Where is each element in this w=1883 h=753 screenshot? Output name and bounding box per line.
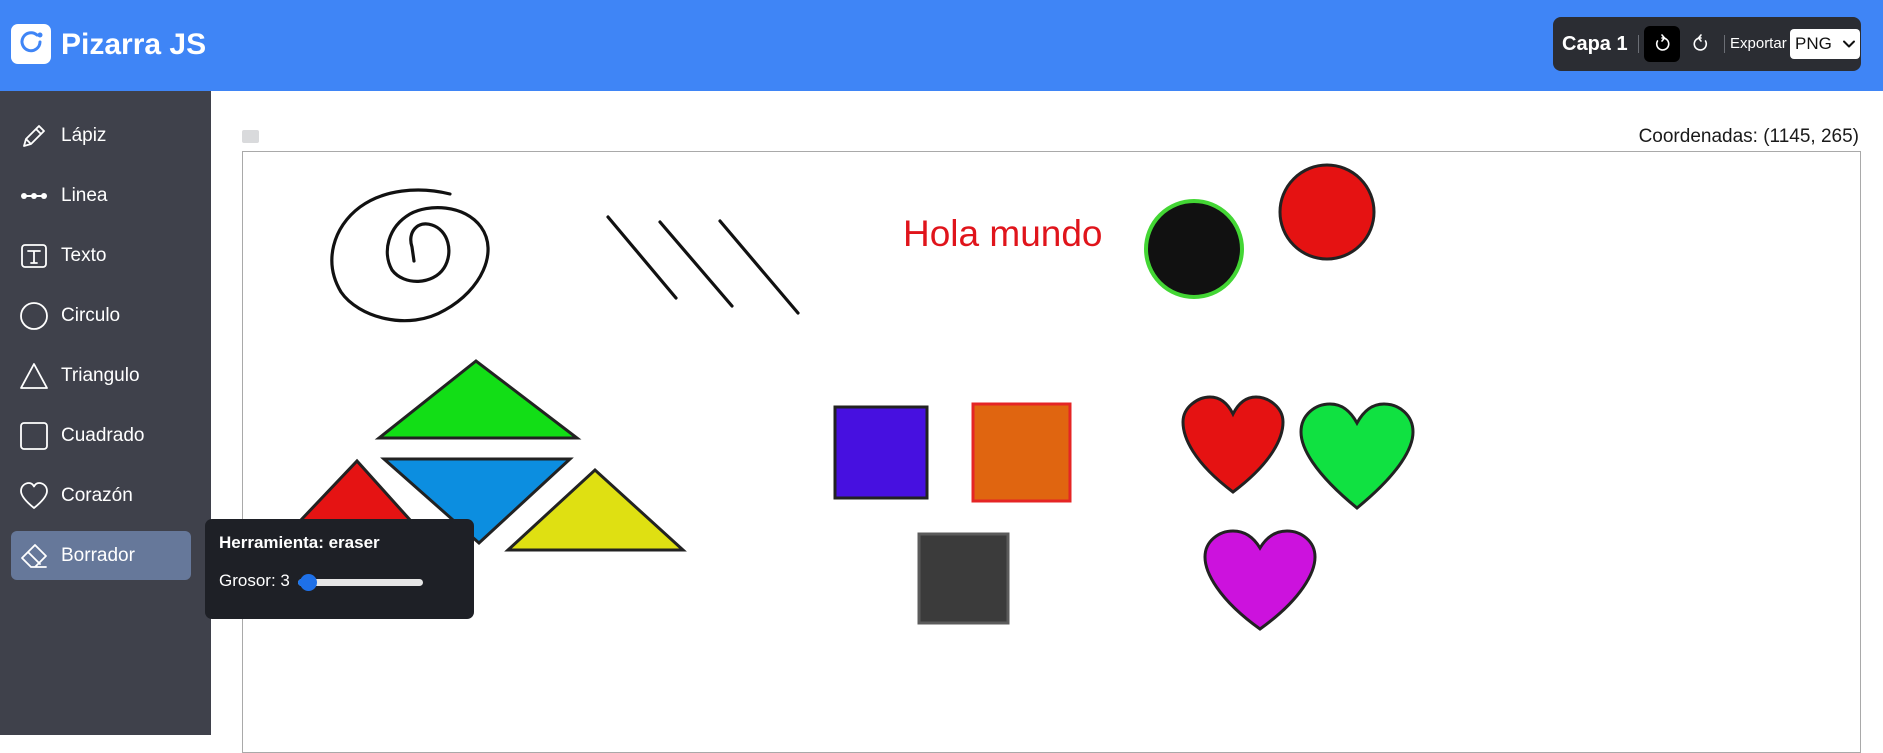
pencil-icon [23,125,45,147]
top-toolbar: Capa 1 Exportar PNG [1553,17,1861,71]
tool-sidebar: Lápiz Linea Texto Circulo Triangulo Cuad… [0,91,211,735]
tool-text[interactable]: Texto [11,231,191,280]
export-format-select[interactable]: PNG [1790,29,1860,59]
undo-button[interactable] [1644,26,1680,62]
tool-label: Circulo [61,305,121,326]
redo-icon [1693,34,1708,51]
undo-icon [1655,34,1670,51]
square-icon [20,422,48,450]
thickness-slider-thumb[interactable] [300,574,318,591]
circle-icon [20,302,48,330]
triangle-icon [20,363,48,389]
export-format-value: PNG [1795,34,1832,53]
canvas-drawing: Hola mundo [296,163,1415,631]
tool-heart[interactable]: Corazón [11,471,191,520]
triangle-shape [374,359,582,440]
logo-icon [20,31,43,53]
popup-title: Herramienta: eraser [219,533,380,552]
tool-triangle[interactable]: Triangulo [11,351,191,400]
heart-icon [20,482,48,509]
tool-settings-popup: Herramienta: eraser Grosor: 3 [205,519,474,619]
tool-circle[interactable]: Circulo [11,291,191,340]
heart-shape [1203,529,1317,631]
tool-eraser[interactable]: Borrador [11,531,191,580]
circle-shape [1278,163,1376,261]
app-title: Pizarra JS [61,28,207,61]
redo-button[interactable] [1683,26,1719,62]
tool-line[interactable]: Linea [11,171,191,220]
tool-label: Corazón [61,485,133,506]
tool-label: Cuadrado [61,425,145,446]
drawing-canvas[interactable]: Hola mundo [242,151,1861,753]
canvas-resize-handle[interactable] [242,130,259,143]
thickness-label: Grosor: 3 [219,571,290,590]
square-shape [917,532,1010,625]
spiral-stroke [330,188,490,323]
layer-label[interactable]: Capa 1 [1562,17,1628,71]
line-icon [21,193,47,199]
app-logo [11,24,51,64]
toolbar-divider [1638,35,1639,53]
tool-label: Lápiz [61,125,107,146]
square-shape [971,402,1072,503]
text-icon [21,244,47,268]
circle-shape [1144,199,1244,299]
line-stroke [718,219,800,315]
chevron-down-icon [1843,40,1855,48]
eraser-icon [21,544,47,568]
square-shape [833,405,929,500]
tool-label: Linea [61,185,108,206]
heart-shape [1299,402,1415,510]
tool-label: Borrador [61,545,135,566]
app-header: Pizarra JS Capa 1 Exportar PNG [0,0,1883,91]
toolbar-divider [1724,35,1725,53]
heart-shape [1181,395,1285,494]
tool-label: Texto [61,245,107,266]
tool-pencil[interactable]: Lápiz [11,111,191,160]
tool-label: Triangulo [61,365,140,386]
coordinates-readout: Coordenadas: (1145, 265) [1638,126,1859,147]
canvas-text: Hola mundo [903,213,1103,254]
tool-square[interactable]: Cuadrado [11,411,191,460]
export-label: Exportar [1730,35,1787,52]
